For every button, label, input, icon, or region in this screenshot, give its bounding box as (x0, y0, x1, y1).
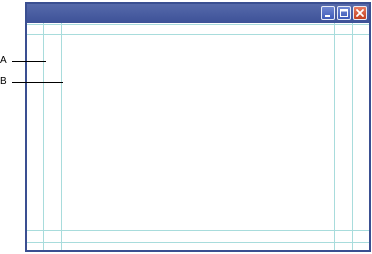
guide-line-vertical (352, 23, 353, 250)
guide-line-horizontal (27, 24, 369, 25)
guide-line-horizontal (27, 230, 369, 231)
close-button[interactable] (353, 6, 367, 20)
guide-line-vertical (43, 23, 44, 250)
callout-leader-a (12, 61, 46, 62)
minimize-icon (325, 15, 330, 17)
minimize-button[interactable] (321, 6, 335, 20)
guide-line-vertical (61, 23, 62, 250)
callout-label-b: B (0, 76, 7, 87)
application-window (25, 2, 371, 252)
guide-line-vertical (334, 23, 335, 250)
close-icon (356, 9, 364, 17)
maximize-button[interactable] (337, 6, 351, 20)
callout-leader-b (12, 82, 63, 83)
callout-label-a: A (0, 55, 7, 66)
maximize-icon (340, 9, 348, 17)
document-area[interactable] (27, 23, 369, 250)
guide-line-horizontal (27, 34, 369, 35)
guide-line-horizontal (27, 242, 369, 243)
title-bar[interactable] (27, 4, 369, 23)
